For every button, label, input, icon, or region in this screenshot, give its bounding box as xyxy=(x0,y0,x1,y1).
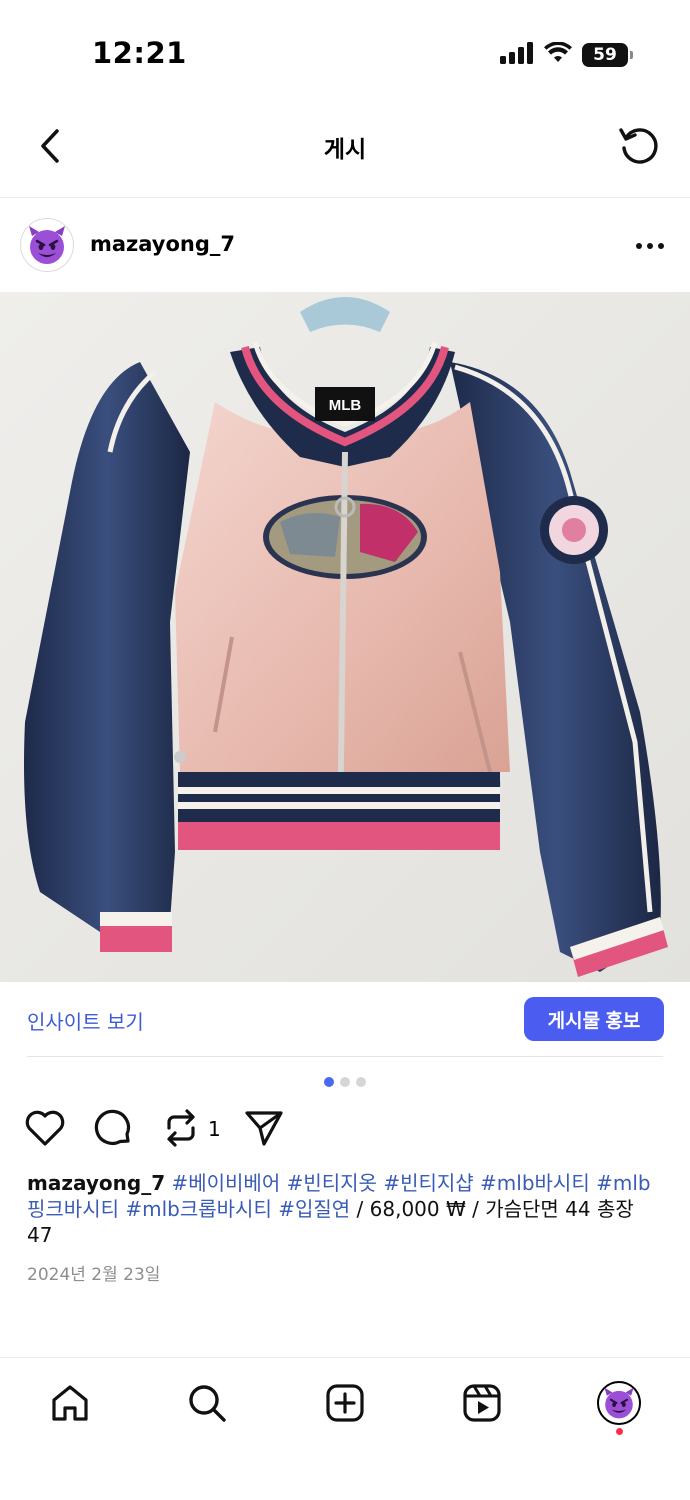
tab-reels[interactable] xyxy=(457,1378,507,1428)
jacket-photo: MLB xyxy=(0,292,690,982)
carousel-dot xyxy=(356,1077,366,1087)
post-actions: 1 xyxy=(0,1105,690,1157)
status-bar: 12:21 59 xyxy=(0,0,690,110)
bottom-tab-bar xyxy=(0,1357,690,1500)
caption-username[interactable]: mazayong_7 xyxy=(27,1171,165,1195)
comment-button[interactable] xyxy=(91,1105,137,1151)
hashtag-link[interactable]: #입질연 xyxy=(278,1197,350,1221)
post-image[interactable]: MLB xyxy=(0,292,690,982)
post-caption: mazayong_7 #베이비베어 #빈티지옷 #빈티지샵 #mlb바시티 #m… xyxy=(27,1170,663,1248)
hashtag-link[interactable]: #빈티지샵 xyxy=(383,1171,473,1195)
svg-text:MLB: MLB xyxy=(329,397,362,414)
status-indicators: 59 xyxy=(500,41,633,68)
avatar[interactable] xyxy=(20,218,74,272)
comment-bubble-icon xyxy=(94,1109,131,1145)
more-dots-icon xyxy=(636,243,664,249)
hashtag-link[interactable]: #mlb바시티 xyxy=(480,1171,590,1195)
hashtag-link[interactable]: #빈티지옷 xyxy=(287,1171,377,1195)
reels-icon xyxy=(463,1384,501,1422)
hashtag-link[interactable]: #베이비베어 xyxy=(171,1171,280,1195)
heart-icon xyxy=(25,1110,65,1146)
battery-indicator: 59 xyxy=(582,43,633,67)
send-icon xyxy=(245,1111,283,1146)
divider xyxy=(27,1056,663,1057)
cellular-signal-icon xyxy=(500,42,534,68)
refresh-icon xyxy=(619,128,658,164)
nav-bar: 게시 xyxy=(0,110,690,198)
tab-create[interactable] xyxy=(320,1378,370,1428)
status-time: 12:21 xyxy=(92,36,187,70)
profile-avatar xyxy=(597,1381,641,1425)
repost-count: 1 xyxy=(208,1117,221,1141)
repost-button[interactable] xyxy=(158,1105,204,1151)
post-header: mazayong_7 xyxy=(0,200,690,292)
promote-post-button[interactable]: 게시물 홍보 xyxy=(524,997,664,1041)
view-insights-link[interactable]: 인사이트 보기 xyxy=(27,1006,144,1035)
tab-home[interactable] xyxy=(45,1378,95,1428)
notification-dot xyxy=(616,1428,623,1435)
tab-profile[interactable] xyxy=(594,1378,644,1428)
page-title: 게시 xyxy=(323,137,367,163)
repost-icon xyxy=(167,1109,195,1147)
share-button[interactable] xyxy=(241,1105,287,1151)
carousel-dot xyxy=(340,1077,350,1087)
wifi-icon xyxy=(544,41,572,68)
hashtag-link[interactable]: #mlb크롭바시티 xyxy=(125,1197,272,1221)
post-date: 2024년 2월 23일 xyxy=(27,1265,161,1285)
smiling-devil-icon xyxy=(604,1387,634,1419)
like-button[interactable] xyxy=(22,1105,68,1151)
smiling-devil-icon xyxy=(29,226,65,264)
carousel-dot-active xyxy=(324,1077,334,1087)
carousel-indicator xyxy=(0,1077,690,1087)
post-username[interactable]: mazayong_7 xyxy=(90,232,235,256)
search-icon xyxy=(189,1385,226,1422)
plus-square-icon xyxy=(326,1384,364,1422)
home-icon xyxy=(52,1385,88,1421)
more-options-button[interactable] xyxy=(630,228,670,264)
insight-row: 인사이트 보기 게시물 홍보 xyxy=(0,982,690,1058)
refresh-button[interactable] xyxy=(616,122,662,168)
tab-search[interactable] xyxy=(182,1378,232,1428)
